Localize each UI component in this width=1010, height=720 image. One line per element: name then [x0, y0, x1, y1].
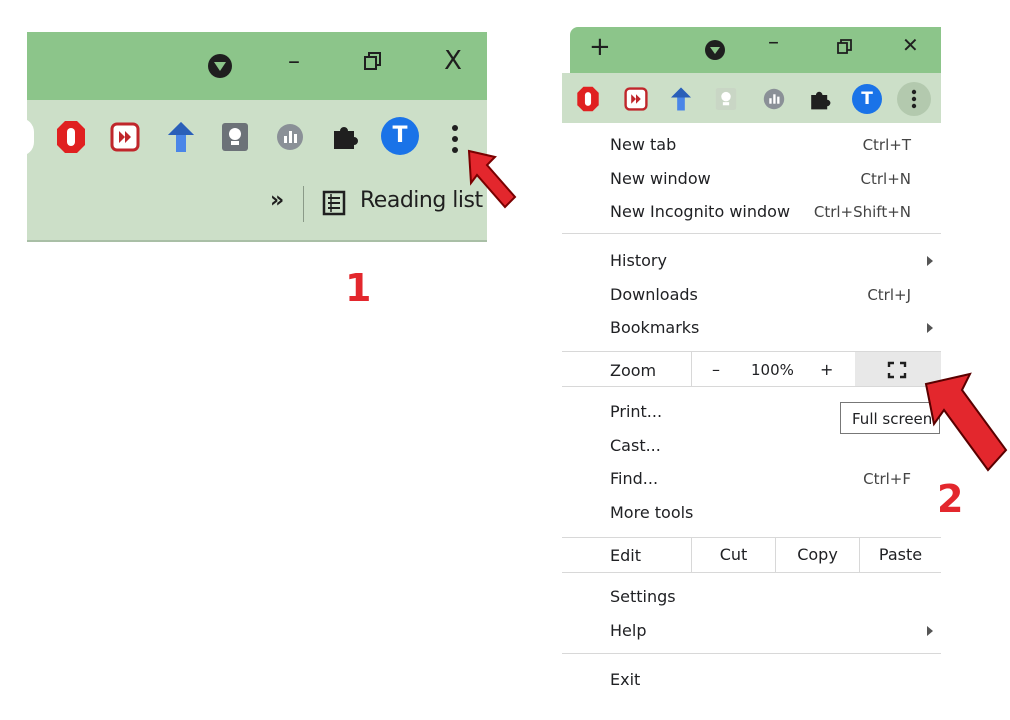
menu-item-help[interactable]: Help — [610, 621, 646, 641]
copy-button[interactable]: Copy — [776, 538, 859, 572]
adblock-icon[interactable] — [576, 86, 600, 116]
menu-item-history[interactable]: History — [610, 251, 667, 271]
puzzle-extensions-icon[interactable] — [330, 121, 360, 155]
menu-item-new-window[interactable]: New window — [610, 169, 711, 189]
more-bookmarks-chevron[interactable]: » — [270, 188, 284, 213]
menu-item-new-tab[interactable]: New tab — [610, 135, 676, 155]
shortcut-downloads: Ctrl+J — [867, 286, 911, 304]
step-number-2: 2 — [937, 477, 964, 521]
restore-button[interactable] — [836, 37, 854, 59]
help-submenu-arrow-icon — [927, 626, 933, 636]
restore-button[interactable] — [362, 50, 384, 76]
menu-separator — [562, 653, 941, 654]
menu-separator — [562, 386, 941, 387]
kebab-menu-icon[interactable] — [450, 124, 460, 158]
p2-title-bar — [570, 27, 941, 73]
menu-item-cast[interactable]: Cast... — [610, 436, 661, 456]
video-speed-icon[interactable] — [110, 122, 140, 156]
minimize-button[interactable]: – — [277, 46, 311, 76]
menu-item-exit[interactable]: Exit — [610, 670, 640, 690]
shortcut-new-window: Ctrl+N — [860, 170, 911, 188]
zoom-out-button[interactable]: – — [712, 360, 720, 379]
bookmarks-divider — [303, 186, 304, 222]
menu-item-edit: Edit — [610, 546, 641, 565]
menu-item-print[interactable]: Print... — [610, 402, 662, 422]
zoom-level-value: 100% — [751, 361, 794, 379]
adblock-icon[interactable] — [56, 120, 86, 158]
video-speed-icon[interactable] — [624, 87, 648, 115]
stats-icon[interactable] — [276, 123, 304, 155]
shortcut-new-tab: Ctrl+T — [862, 136, 911, 154]
kebab-menu-button[interactable] — [897, 82, 931, 116]
red-arrow-icon — [922, 370, 1008, 486]
menu-item-settings[interactable]: Settings — [610, 587, 676, 607]
menu-separator — [562, 572, 941, 573]
zoom-divider — [691, 352, 692, 386]
paste-button[interactable]: Paste — [860, 538, 941, 572]
menu-separator — [562, 233, 941, 234]
stats-icon[interactable] — [763, 88, 785, 114]
bookmarks-submenu-arrow-icon — [927, 323, 933, 333]
new-tab-button[interactable]: + — [589, 32, 611, 62]
bulb-icon[interactable] — [221, 122, 249, 156]
profile-avatar[interactable]: T — [852, 84, 882, 114]
zoom-in-button[interactable]: + — [820, 360, 833, 379]
reading-list-icon[interactable] — [322, 190, 346, 220]
menu-item-zoom: Zoom — [610, 361, 657, 380]
puzzle-extensions-icon[interactable] — [808, 87, 832, 115]
p1-title-bar — [27, 32, 487, 100]
upload-arrow-icon[interactable] — [166, 120, 196, 158]
close-button[interactable]: X — [436, 46, 470, 76]
shortcut-new-incognito: Ctrl+Shift+N — [813, 203, 911, 221]
menu-item-more-tools[interactable]: More tools — [610, 503, 693, 523]
profile-avatar[interactable]: T — [381, 117, 419, 155]
menu-item-new-incognito[interactable]: New Incognito window — [610, 202, 790, 222]
menu-item-downloads[interactable]: Downloads — [610, 285, 698, 305]
upload-arrow-icon[interactable] — [669, 86, 693, 116]
shortcut-find: Ctrl+F — [863, 470, 911, 488]
cut-button[interactable]: Cut — [692, 538, 775, 572]
step-number-1: 1 — [345, 266, 372, 310]
vpn-icon[interactable] — [704, 39, 726, 65]
bulb-icon[interactable] — [715, 87, 737, 115]
minimize-button[interactable]: – — [768, 30, 779, 55]
menu-item-bookmarks[interactable]: Bookmarks — [610, 318, 699, 338]
vpn-icon[interactable] — [206, 52, 234, 84]
close-button[interactable]: ✕ — [902, 33, 919, 57]
menu-item-find[interactable]: Find... — [610, 469, 658, 489]
reading-list-label[interactable]: Reading list — [360, 188, 483, 213]
p2-toolbar — [562, 73, 941, 123]
history-submenu-arrow-icon — [927, 256, 933, 266]
